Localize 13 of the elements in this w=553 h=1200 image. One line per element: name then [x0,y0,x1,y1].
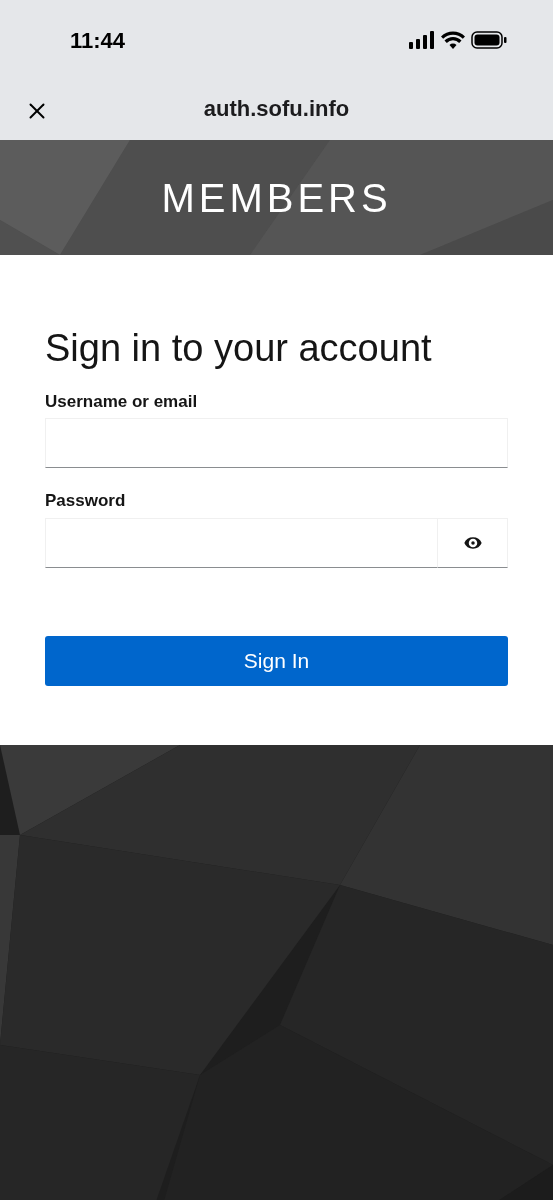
sign-in-button[interactable]: Sign In [45,635,508,686]
field-label: Password [45,490,127,512]
show-password-button[interactable] [438,517,508,568]
signal-icon [409,31,435,49]
site-title: MEMBERS [161,174,392,222]
field-label: Username or email [45,390,199,413]
battery-icon [471,31,507,49]
form-heading: Sign in to your account [45,326,433,371]
wifi-icon [441,31,465,49]
username-field[interactable] [45,418,508,468]
status-time: 11:44 [70,26,126,55]
page-url: auth.sofu.info [203,95,350,123]
password-field[interactable] [45,517,438,568]
